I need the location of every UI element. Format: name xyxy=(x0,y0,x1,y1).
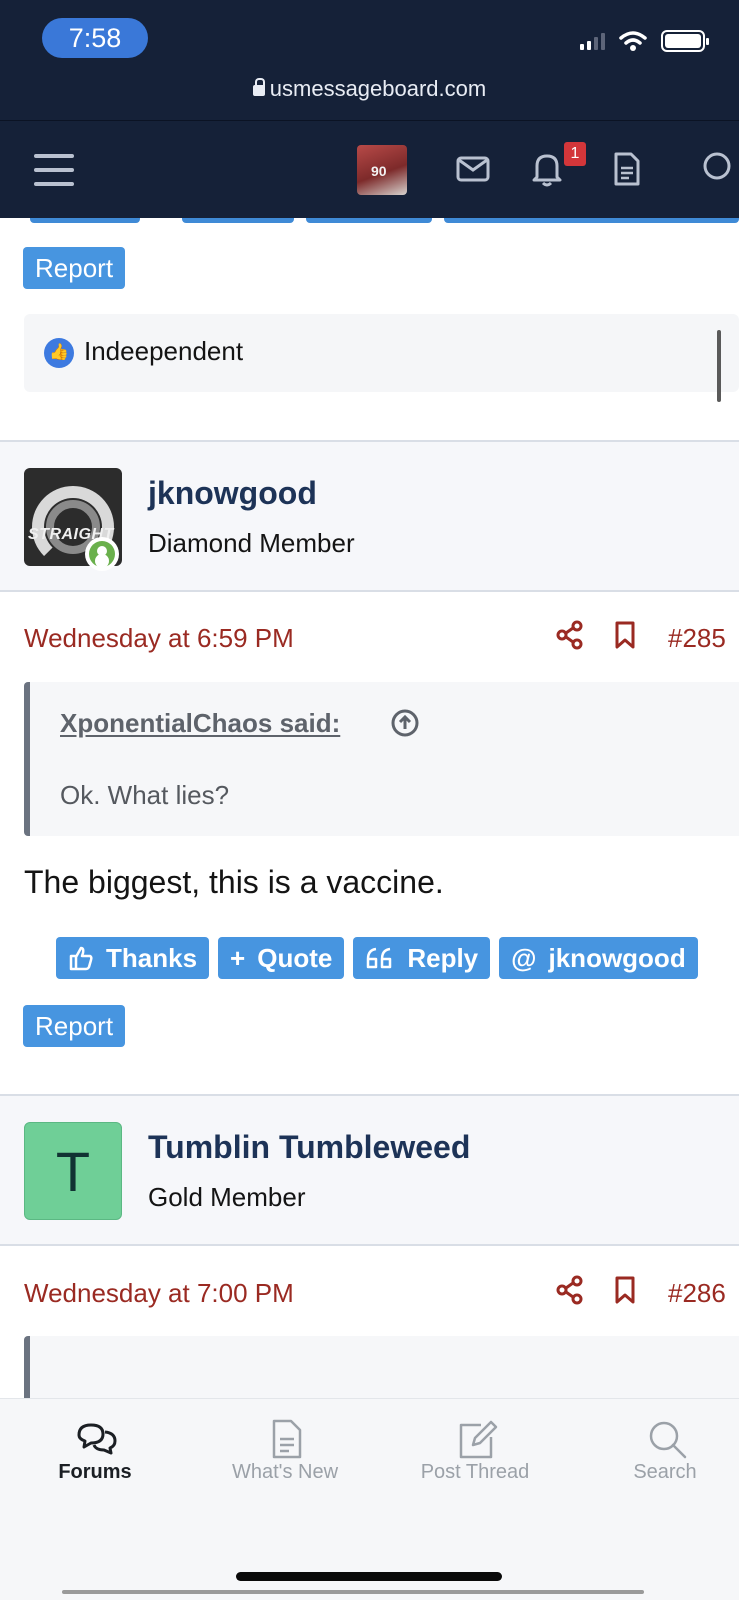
forum-navbar xyxy=(0,120,739,218)
quote-author[interactable]: XponentialChaos said: xyxy=(60,708,340,739)
status-time: 7:58 xyxy=(42,18,148,58)
bottom-tab-bar: Forums What's New Post Thread Search xyxy=(0,1398,739,1600)
notification-badge: 1 xyxy=(564,142,586,166)
user-title: Diamond Member xyxy=(148,528,355,558)
plus-icon: + xyxy=(230,943,246,973)
tab-label: Search xyxy=(633,1461,697,1483)
bookmark-icon[interactable] xyxy=(614,620,636,650)
post-number[interactable]: #286 xyxy=(668,1278,726,1309)
tab-label: Post Thread xyxy=(420,1461,530,1483)
at-icon: @ xyxy=(511,943,537,973)
username[interactable]: jknowgood xyxy=(148,475,317,512)
url-text: usmessageboard.com xyxy=(269,76,487,101)
post-date[interactable]: Wednesday at 6:59 PM xyxy=(24,623,294,654)
battery-icon xyxy=(661,30,709,52)
edit-icon xyxy=(459,1420,498,1459)
reply-label: Reply xyxy=(407,943,479,973)
bell-icon[interactable] xyxy=(531,151,563,187)
cellular-signal-icon xyxy=(580,32,605,50)
share-icon[interactable] xyxy=(556,1275,584,1305)
search-icon xyxy=(649,1421,687,1459)
reply-button[interactable]: Reply xyxy=(353,937,491,979)
thanks-label: Thanks xyxy=(106,943,198,973)
thanks-button[interactable]: Thanks xyxy=(56,937,210,979)
quote-block: XponentialChaos said: Ok. What lies? xyxy=(24,682,739,836)
mention-label: jknowgood xyxy=(548,943,686,973)
status-icons xyxy=(580,30,709,52)
post-actions xyxy=(556,620,636,650)
quote-block xyxy=(24,1336,739,1398)
arrow-up-circle-icon[interactable] xyxy=(390,708,420,738)
bookmark-icon[interactable] xyxy=(614,1275,636,1305)
reactions-bar[interactable]: Indeependent xyxy=(24,314,739,392)
report-button[interactable]: Report xyxy=(23,247,126,289)
home-indicator[interactable] xyxy=(236,1572,502,1581)
tab-label: What's New xyxy=(231,1461,339,1483)
post-date[interactable]: Wednesday at 7:00 PM xyxy=(24,1278,294,1309)
user-avatar[interactable] xyxy=(357,145,407,195)
wifi-icon xyxy=(619,31,647,51)
post-number[interactable]: #285 xyxy=(668,623,726,654)
post-action-buttons: Thanks + Quote Reply @ jknowgood xyxy=(56,937,698,979)
post-divider xyxy=(0,1244,739,1246)
online-status-icon xyxy=(85,537,119,571)
post-user-header: T Tumblin Tumbleweed Gold Member xyxy=(0,1096,739,1244)
previous-post-buttons-edge xyxy=(0,218,739,224)
chat-bubbles-icon xyxy=(77,1423,117,1455)
menu-icon[interactable] xyxy=(34,154,74,196)
tab-label: Forums xyxy=(58,1461,132,1483)
browser-chrome: 7:58 usmessageboard.com xyxy=(0,0,739,120)
quote-label: Quote xyxy=(257,943,333,973)
reaction-user[interactable]: Indeependent xyxy=(84,336,243,367)
document-icon[interactable] xyxy=(613,151,641,187)
quote-text: Ok. What lies? xyxy=(60,780,230,810)
report-button[interactable]: Report xyxy=(23,1005,126,1047)
search-icon[interactable] xyxy=(700,151,739,187)
quote-marks-icon xyxy=(367,947,392,969)
thumbs-up-icon xyxy=(69,946,93,971)
document-icon xyxy=(272,1419,302,1459)
scroll-track xyxy=(62,1590,644,1594)
scroll-indicator xyxy=(717,330,721,402)
share-icon[interactable] xyxy=(556,620,584,650)
mail-icon[interactable] xyxy=(456,155,490,183)
lock-icon xyxy=(252,78,265,96)
user-title: Gold Member xyxy=(148,1182,306,1212)
post-user-header: STRAIGHT jknowgood Diamond Member xyxy=(0,442,739,590)
mention-button[interactable]: @ jknowgood xyxy=(499,937,698,979)
user-avatar[interactable]: T xyxy=(24,1122,122,1220)
like-icon xyxy=(44,338,74,368)
post-message: The biggest, this is a vaccine. xyxy=(24,864,444,900)
quote-button[interactable]: + Quote xyxy=(218,937,345,979)
address-bar[interactable]: usmessageboard.com xyxy=(0,76,739,102)
thread-content: Report Indeependent STRAIGHT jknowgood D… xyxy=(0,218,739,1398)
post-divider xyxy=(0,590,739,592)
username[interactable]: Tumblin Tumbleweed xyxy=(148,1129,470,1166)
post-actions xyxy=(556,1275,636,1305)
